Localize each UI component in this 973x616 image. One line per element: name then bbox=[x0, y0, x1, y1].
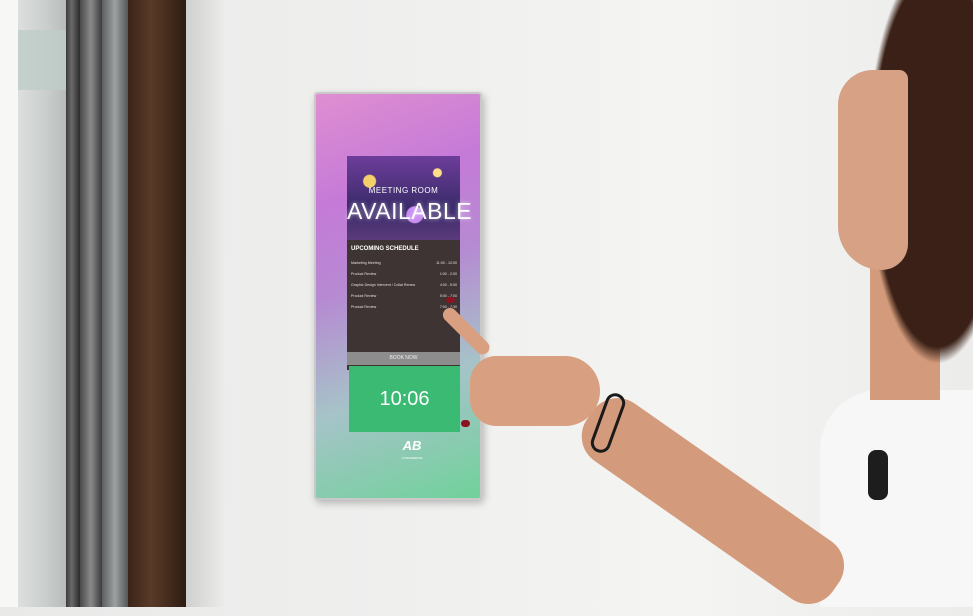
door-jamb bbox=[128, 0, 186, 607]
person-face bbox=[838, 70, 908, 270]
event-time: 1:00 - 2:00 bbox=[439, 272, 457, 276]
brand-logo: AB bbox=[402, 438, 422, 453]
door-frame bbox=[80, 0, 102, 607]
door-frame bbox=[102, 0, 128, 607]
schedule-row[interactable]: Marketing Meeting 11:00 - 12:00 bbox=[351, 258, 457, 269]
event-title: Graphic Design Intervent / Collat Renew bbox=[351, 283, 416, 287]
event-time: 4:00 - 5:00 bbox=[439, 283, 457, 287]
room-label: MEETING ROOM bbox=[368, 186, 439, 195]
wall-shadow bbox=[186, 0, 226, 607]
shirt-collar bbox=[868, 450, 888, 500]
availability-status: AVAILABLE bbox=[347, 198, 473, 224]
door-edge bbox=[0, 0, 18, 607]
fingernail bbox=[461, 420, 470, 427]
schedule-list: UPCOMING SCHEDULE Marketing Meeting 11:0… bbox=[351, 246, 457, 313]
book-now-button[interactable]: BOOK NOW bbox=[347, 352, 460, 365]
availability-banner[interactable]: MEETING ROOM AVAILABLE bbox=[347, 156, 473, 240]
frosted-strip bbox=[18, 30, 66, 90]
brand-logo-subtitle: CONFERENCE bbox=[401, 456, 423, 460]
event-title: Product Review bbox=[351, 294, 377, 298]
schedule-heading: UPCOMING SCHEDULE bbox=[351, 246, 419, 252]
fingernail bbox=[446, 297, 455, 303]
event-title: Product Review bbox=[351, 272, 377, 276]
event-title: Marketing Meeting bbox=[351, 261, 381, 265]
schedule-row[interactable]: Product Review 5:00 - 7:00 bbox=[351, 291, 457, 302]
clock-display: 10:06 bbox=[349, 366, 460, 432]
event-title: Product Review bbox=[351, 305, 377, 309]
schedule-row[interactable]: Graphic Design Intervent / Collat Renew … bbox=[351, 280, 457, 291]
person-hand bbox=[470, 356, 600, 426]
tablet-screen[interactable]: MEETING ROOM AVAILABLE UPCOMING SCHEDULE… bbox=[347, 156, 473, 370]
schedule-row[interactable]: Product Review 7:00 - 7:30 bbox=[351, 302, 457, 313]
event-time: 11:00 - 12:00 bbox=[436, 261, 457, 265]
schedule-row[interactable]: Product Review 1:00 - 2:00 bbox=[351, 269, 457, 280]
door-glass bbox=[18, 0, 66, 607]
door-frame bbox=[66, 0, 80, 607]
